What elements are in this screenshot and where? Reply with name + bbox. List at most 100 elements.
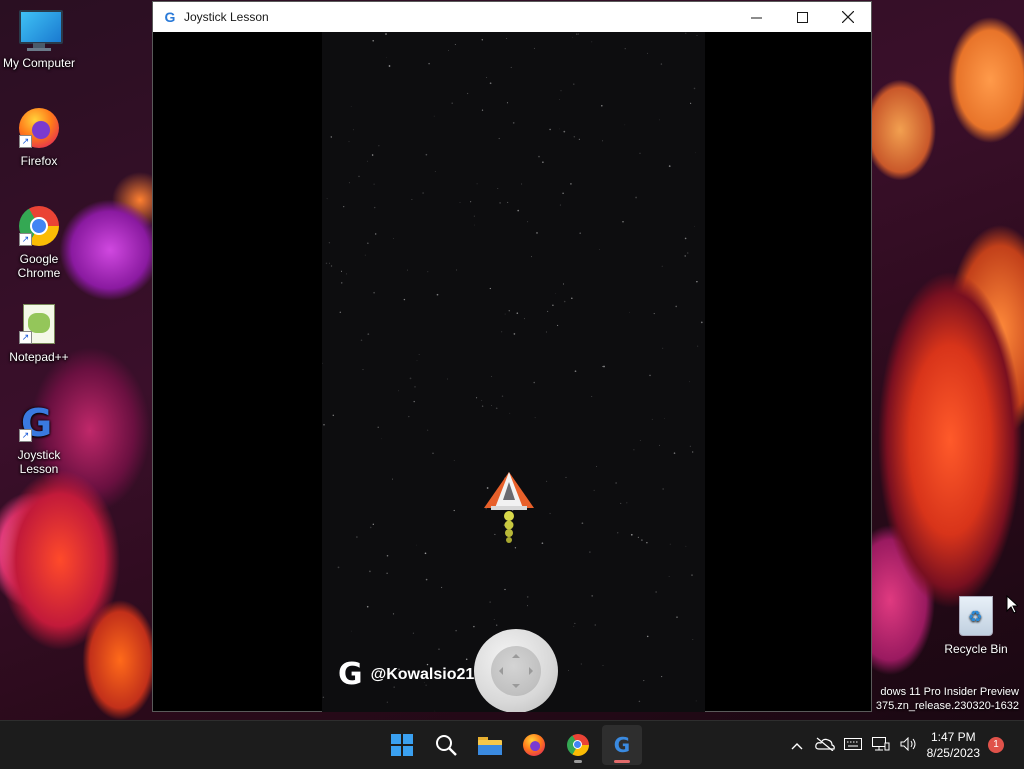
star [696,280,698,283]
star [504,313,506,315]
taskbar-chrome[interactable] [558,725,598,765]
star [630,533,633,536]
star [432,452,434,454]
star [441,586,443,589]
desktop-icon-my-computer[interactable]: My Computer [1,8,77,70]
keyboard-icon[interactable] [839,737,867,753]
star [358,175,360,178]
star [351,630,352,632]
close-button[interactable] [825,2,871,32]
game-canvas[interactable]: G @Kowalsio212 [322,32,705,712]
taskbar-clock[interactable]: 1:47 PM 8/25/2023 [927,729,980,761]
star [662,347,664,349]
desktop-icon-label: Joystick Lesson [17,448,61,476]
star [495,407,498,410]
desktop-icon-joystick-lesson[interactable]: G ↗ Joystick Lesson [1,400,77,476]
star [473,215,476,217]
author-handle: @Kowalsio212 [370,666,484,683]
star [509,412,511,414]
star [531,256,532,258]
star [546,480,548,482]
desktop-icon-recycle-bin[interactable]: ♻ Recycle Bin [940,596,1012,656]
notification-badge[interactable]: 1 [988,737,1004,753]
star [447,378,448,380]
star [673,452,676,454]
onedrive-offline-icon[interactable] [811,737,839,754]
star [330,265,333,267]
star [594,624,596,626]
start-button[interactable] [382,725,422,765]
taskbar-search-button[interactable] [426,725,466,765]
star [434,171,436,172]
star [542,161,544,163]
star [647,52,648,54]
star [687,252,689,254]
star [552,304,554,306]
maximize-button[interactable] [779,2,825,32]
star [373,183,375,185]
virtual-joystick[interactable] [474,629,558,712]
star [425,578,428,581]
star [322,362,323,364]
star [476,183,478,185]
joystick-down-arrow-icon [512,684,520,692]
desktop-icon-notepadpp[interactable]: ↗ Notepad++ [1,302,77,364]
show-hidden-icons-chevron-icon[interactable] [783,738,811,753]
star [366,605,369,608]
star [513,333,516,335]
star [386,57,387,58]
minimize-button[interactable] [733,2,779,32]
volume-icon[interactable] [895,736,923,754]
star [573,625,575,627]
star [676,616,678,618]
star [622,221,624,223]
star [536,232,538,234]
taskbar-file-explorer[interactable] [470,725,510,765]
system-tray: 1:47 PM 8/25/2023 1 [783,721,1024,769]
star [557,324,559,326]
star [700,321,703,324]
star [348,182,350,184]
star [366,160,368,162]
star [427,271,429,273]
star [501,331,503,333]
star [573,136,576,138]
star [577,33,579,35]
star [497,187,499,189]
desktop-icon-label: Firefox [20,154,58,168]
taskbar-joystick-lesson[interactable]: G [602,725,642,765]
star [646,542,648,544]
star [624,124,626,126]
desktop-icon-chrome[interactable]: ↗ Google Chrome [1,204,77,280]
star [456,269,458,271]
monitor-icon [17,8,63,52]
star [386,701,388,703]
star [558,128,560,130]
star [596,466,598,468]
star [646,635,649,638]
star [692,639,694,640]
star [378,145,380,147]
network-icon[interactable] [867,736,895,754]
star [653,313,655,315]
spaceship[interactable] [481,470,537,544]
desktop-icon-firefox[interactable]: ↗ Firefox [1,106,77,168]
running-indicator [574,760,582,763]
joystick-knob[interactable] [491,646,541,696]
star [375,233,377,235]
star [398,390,400,392]
star [391,478,393,480]
star [629,311,630,313]
taskbar-firefox[interactable] [514,725,554,765]
star [533,47,535,49]
star [563,300,566,303]
star [580,663,582,665]
star [638,700,641,703]
star [694,152,696,154]
joystick-left-arrow-icon [495,667,503,675]
window-titlebar[interactable]: G Joystick Lesson [153,2,871,32]
desktop-icon-label: My Computer [2,56,76,70]
star [581,522,584,525]
star [501,395,504,397]
star [348,141,350,143]
